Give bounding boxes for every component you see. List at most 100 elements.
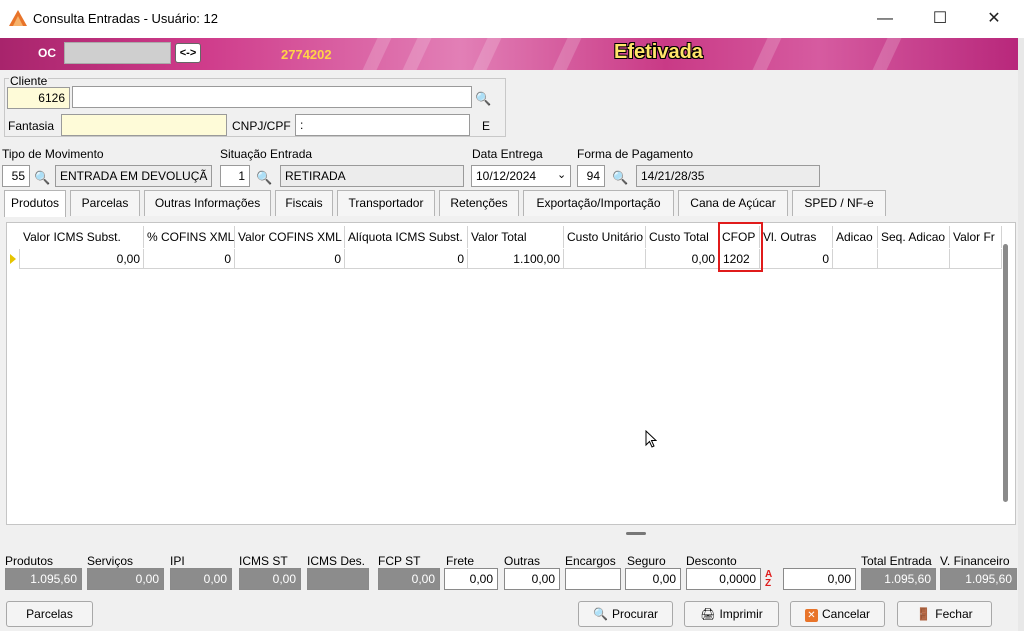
fcp-st-total: 0,00: [378, 568, 440, 590]
encargos-field[interactable]: [565, 568, 621, 590]
table-cell[interactable]: 0: [345, 249, 468, 269]
tab-parcelas[interactable]: Parcelas: [70, 190, 140, 216]
vertical-scrollbar[interactable]: [1003, 244, 1008, 502]
servicos-total: 0,00: [87, 568, 164, 590]
imprimir-button-label: Imprimir: [719, 607, 763, 621]
data-entrega-field[interactable]: 10/12/2024: [471, 165, 571, 187]
table-cell[interactable]: [878, 249, 950, 269]
oc-label: OC: [38, 46, 56, 60]
desconto-percent-field[interactable]: 0,0000: [686, 568, 761, 590]
column-header[interactable]: Valor COFINS XML: [235, 226, 345, 248]
seguro-label: Seguro: [627, 554, 666, 568]
tab-outras-informacoes[interactable]: Outras Informações: [144, 190, 271, 216]
sort-az-icon[interactable]: AZ: [765, 570, 772, 589]
binoculars-icon: 🔍: [593, 607, 608, 621]
procurar-button-label: Procurar: [611, 607, 658, 621]
search-situacao-icon[interactable]: 🔍: [256, 170, 272, 186]
column-header[interactable]: Valor ICMS Subst.: [20, 226, 144, 248]
column-header[interactable]: Alíquota ICMS Subst.: [345, 226, 468, 248]
cnpj-field[interactable]: :: [295, 114, 470, 136]
table-cell[interactable]: 0: [144, 249, 235, 269]
table-cell[interactable]: 0,00: [646, 249, 719, 269]
frete-field[interactable]: 0,00: [444, 568, 498, 590]
total-entrada: 1.095,60: [861, 568, 936, 590]
cfop-highlight-box: [718, 222, 763, 272]
produtos-total: 1.095,60: [5, 568, 82, 590]
outras-field[interactable]: 0,00: [504, 568, 560, 590]
minimize-button[interactable]: —: [865, 6, 905, 32]
tab-transportador[interactable]: Transportador: [337, 190, 435, 216]
row-indicator: [6, 249, 20, 269]
table-cell[interactable]: [950, 249, 1002, 269]
column-header[interactable]: % COFINS XML: [144, 226, 235, 248]
forma-code-field[interactable]: 94: [577, 165, 605, 187]
cliente-name-field[interactable]: [72, 86, 472, 108]
date-dropdown-icon[interactable]: ⌄: [557, 168, 566, 181]
forma-desc-field: 14/21/28/35: [636, 165, 820, 187]
tab-sped-nfe[interactable]: SPED / NF-e: [792, 190, 886, 216]
icms-st-total: 0,00: [239, 568, 301, 590]
column-header[interactable]: Valor Total: [468, 226, 564, 248]
parcelas-button[interactable]: Parcelas: [6, 601, 93, 627]
banner-stripe: [872, 38, 902, 70]
icms-st-label: ICMS ST: [239, 554, 288, 568]
v-financeiro: 1.095,60: [940, 568, 1017, 590]
cancel-icon: ✕: [804, 609, 818, 622]
column-header[interactable]: Vl. Outras: [760, 226, 833, 248]
outras-label: Outras: [504, 554, 541, 568]
fantasia-label: Fantasia: [8, 119, 55, 133]
situacao-code-field[interactable]: 1: [220, 165, 250, 187]
swap-button[interactable]: <->: [175, 43, 201, 63]
table-cell[interactable]: 1.100,00: [468, 249, 564, 269]
seguro-field[interactable]: 0,00: [625, 568, 681, 590]
tipo-code-field[interactable]: 55: [2, 165, 30, 187]
desconto-label: Desconto: [686, 554, 737, 568]
desconto-field[interactable]: 0,00: [783, 568, 856, 590]
tab-retencoes[interactable]: Retenções: [439, 190, 519, 216]
maximize-button[interactable]: ☐: [920, 6, 960, 32]
search-forma-icon[interactable]: 🔍: [612, 170, 628, 186]
column-header[interactable]: Valor Fr: [950, 226, 1002, 248]
column-header[interactable]: Adicao: [833, 226, 878, 248]
procurar-button[interactable]: 🔍 Procurar: [578, 601, 673, 627]
banner-stripe: [472, 38, 502, 70]
close-button[interactable]: ✕: [974, 6, 1014, 32]
servicos-label: Serviços: [87, 554, 134, 568]
fcp-st-label: FCP ST: [378, 554, 421, 568]
table-cell[interactable]: [564, 249, 646, 269]
fechar-button[interactable]: 🚪 Fechar: [897, 601, 992, 627]
tab-produtos[interactable]: Produtos: [4, 190, 66, 217]
tab-cana-de-acucar[interactable]: Cana de Açúcar: [678, 190, 788, 216]
tab-exportacao-importacao[interactable]: Exportação/Importação: [523, 190, 674, 216]
banner-stripe: [362, 38, 392, 70]
column-header[interactable]: Seq. Adicao: [878, 226, 950, 248]
fantasia-field[interactable]: [61, 114, 227, 136]
status-text: Efetivada: [614, 41, 703, 63]
v-financeiro-label: V. Financeiro: [940, 554, 1010, 568]
table-cell[interactable]: 0,00: [20, 249, 144, 269]
imprimir-button[interactable]: 🖨 Imprimir: [684, 601, 779, 627]
cancelar-button[interactable]: ✕ Cancelar: [790, 601, 885, 627]
cancelar-button-label: Cancelar: [821, 607, 871, 621]
table-cell[interactable]: 0: [235, 249, 345, 269]
icms-des-label: ICMS Des.: [307, 554, 366, 568]
search-cliente-icon[interactable]: 🔍: [475, 91, 491, 107]
icms-des-total: [307, 568, 369, 590]
table-cell[interactable]: 0: [760, 249, 833, 269]
table-cell[interactable]: [833, 249, 878, 269]
search-tipo-icon[interactable]: 🔍: [34, 170, 50, 186]
produtos-label: Produtos: [5, 554, 54, 568]
column-header[interactable]: Custo Unitário: [564, 226, 646, 248]
column-header[interactable]: Custo Total: [646, 226, 719, 248]
tab-fiscais[interactable]: Fiscais: [275, 190, 333, 216]
situacao-label: Situação Entrada: [220, 147, 313, 161]
parcelas-button-label: Parcelas: [26, 607, 73, 621]
cliente-code-field[interactable]: 6126: [7, 87, 70, 109]
e-label: E: [482, 119, 491, 133]
mouse-cursor-icon: [645, 430, 657, 448]
splitter-handle[interactable]: [626, 532, 646, 535]
oc-field[interactable]: [64, 42, 171, 64]
banner-stripe: [752, 38, 782, 70]
tipo-desc-field: ENTRADA EM DEVOLUÇÃ: [55, 165, 212, 187]
banner-stripe: [402, 38, 432, 70]
